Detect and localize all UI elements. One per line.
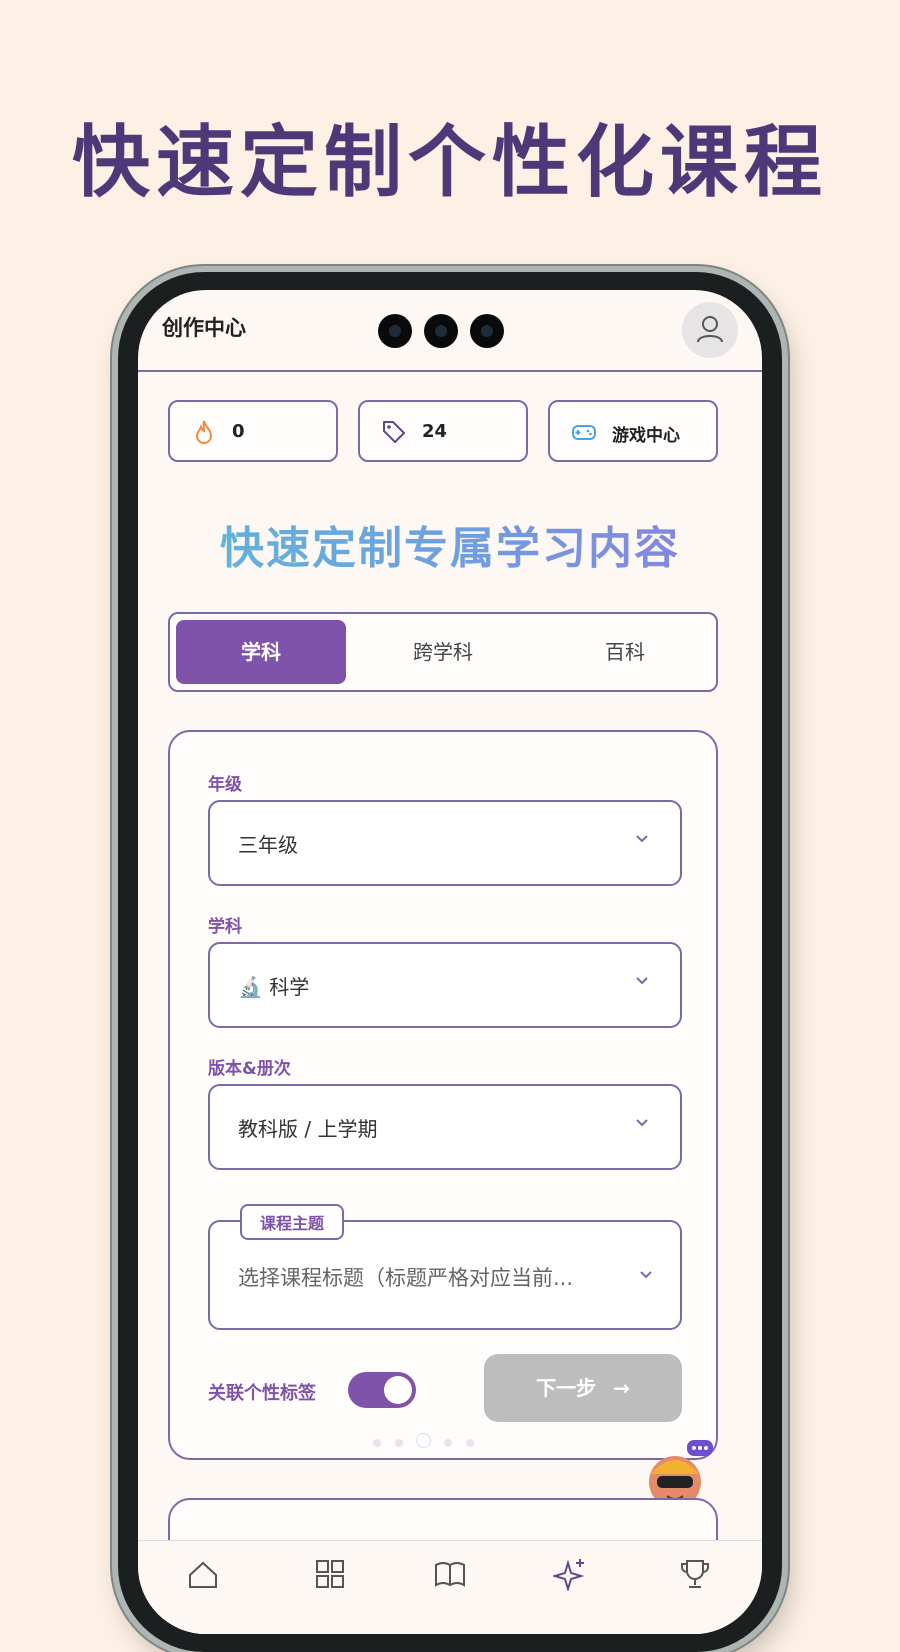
tab-encyclopedia[interactable]: 百科: [540, 620, 710, 684]
topic-placeholder: 选择课程标题（标题严格对应当前...: [238, 1266, 574, 1290]
subject-value: 🔬 科学: [238, 975, 310, 999]
streak-count: 0: [232, 421, 245, 442]
section-subtitle: 快速定制专属学习内容: [138, 512, 762, 576]
tags-count: 24: [422, 421, 448, 442]
link-tags-label: 关联个性标签: [208, 1383, 316, 1404]
tags-stat[interactable]: 24: [358, 400, 528, 462]
next-button[interactable]: 下一步 →: [484, 1354, 682, 1422]
tab-subject[interactable]: 学科: [176, 620, 346, 684]
avatar[interactable]: [682, 302, 738, 358]
next-label: 下一步: [536, 1376, 597, 1400]
carousel-dot[interactable]: [373, 1439, 381, 1447]
edition-value: 教科版 / 上学期: [238, 1117, 378, 1141]
top-bar: 创作中心: [138, 290, 762, 372]
category-tabs: 学科 跨学科 百科: [168, 612, 718, 692]
edition-label: 版本&册次: [208, 1059, 291, 1079]
edition-select[interactable]: 教科版 / 上学期: [208, 1084, 682, 1170]
carousel-dot[interactable]: [466, 1439, 474, 1447]
toggle-knob: [384, 1376, 412, 1404]
subject-label: 学科: [208, 917, 242, 937]
camera-lens-icon: [470, 314, 504, 348]
game-center-button[interactable]: 游戏中心: [548, 400, 718, 462]
carousel-dot[interactable]: [395, 1439, 403, 1447]
grade-value: 三年级: [238, 833, 298, 857]
grid-icon[interactable]: [313, 1557, 347, 1591]
carousel-dot[interactable]: [444, 1439, 452, 1447]
carousel-dots: [366, 1432, 516, 1447]
carousel-dot-active[interactable]: [417, 1434, 430, 1447]
bottom-nav: [138, 1540, 762, 1634]
topic-select[interactable]: 课程主题 选择课程标题（标题严格对应当前...: [208, 1204, 682, 1330]
phone-screen: 创作中心 0 24 游戏中心 快速定制专属学习内容 学科 跨学科 百科 年级 三…: [138, 290, 762, 1634]
grade-select[interactable]: 三年级: [208, 800, 682, 886]
chevron-down-icon: [636, 1119, 648, 1127]
streak-stat[interactable]: 0: [168, 400, 338, 462]
link-tags-toggle[interactable]: [348, 1372, 416, 1408]
camera-lens-icon: [424, 314, 458, 348]
sparkle-icon[interactable]: [553, 1557, 587, 1591]
game-center-label: 游戏中心: [612, 426, 680, 446]
trophy-icon[interactable]: [678, 1557, 712, 1591]
user-icon: [697, 316, 723, 343]
book-icon[interactable]: [433, 1557, 467, 1591]
app-title: 创作中心: [162, 316, 246, 340]
camera-lens-icon: [378, 314, 412, 348]
gamepad-icon: [572, 425, 596, 440]
chevron-down-icon: [636, 977, 648, 985]
topic-label: 课程主题: [240, 1204, 345, 1240]
tag-icon: [383, 421, 405, 443]
course-form-card: 年级 三年级 学科 🔬 科学 版本&册次 教科版 / 上学期 课程主题 选择课程…: [168, 730, 718, 1460]
flame-icon: [195, 420, 213, 444]
subject-select[interactable]: 🔬 科学: [208, 942, 682, 1028]
page-headline: 快速定制个性化课程: [71, 118, 828, 208]
home-icon[interactable]: [186, 1557, 220, 1591]
chevron-down-icon: [640, 1271, 652, 1279]
grade-label: 年级: [208, 775, 242, 795]
chevron-down-icon: [636, 835, 648, 843]
phone-frame: 创作中心 0 24 游戏中心 快速定制专属学习内容 学科 跨学科 百科 年级 三…: [118, 272, 782, 1652]
arrow-right-icon: →: [613, 1376, 630, 1400]
tab-interdisciplinary[interactable]: 跨学科: [358, 620, 528, 684]
